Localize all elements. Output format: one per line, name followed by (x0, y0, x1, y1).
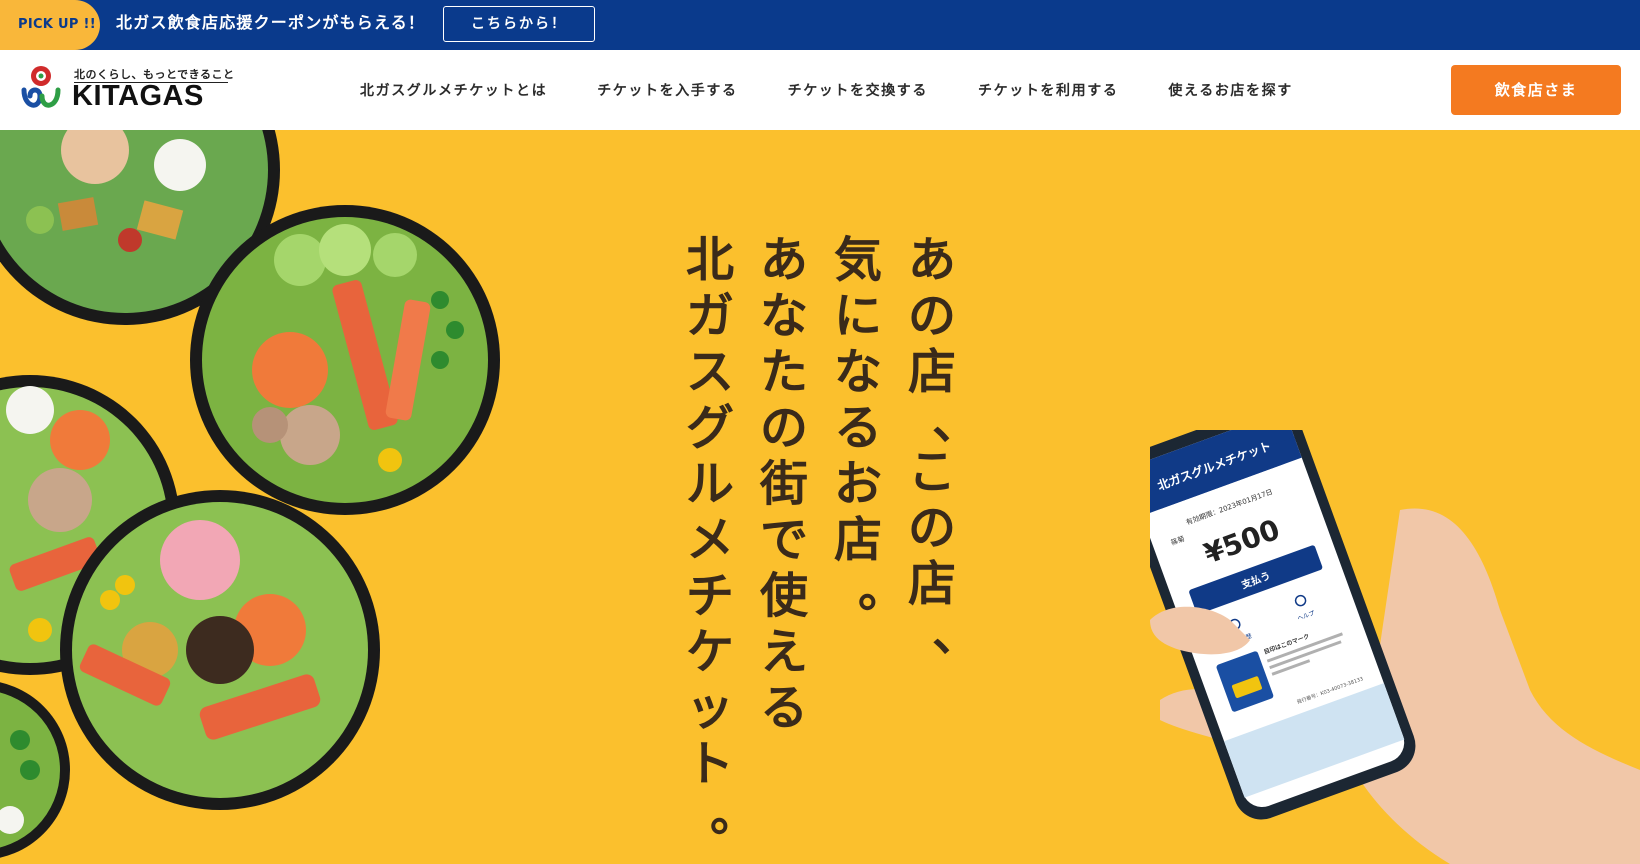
headline-char: ケ (686, 624, 735, 680)
headline-char: ガ (686, 288, 735, 344)
headline-char: 街 (760, 456, 809, 512)
headline-char: 。 (858, 562, 907, 618)
headline-text-3: あなたの街で使える (760, 232, 808, 736)
headline-char: 店 (834, 512, 883, 568)
headline-char: こ (908, 444, 957, 500)
headline-char: 、 (932, 394, 981, 450)
headline-line-3: あなたの街で使える (760, 232, 808, 736)
headline-char: え (760, 624, 809, 680)
pickup-banner: PICK UP !! 北ガス飲食店応援クーポンがもらえる！ こちらから！ (0, 0, 1640, 50)
headline-char: な (834, 344, 883, 400)
headline-char: の (908, 500, 957, 556)
headline-line-1: あの店、この店、 (908, 232, 981, 662)
headline-text-2: 気になるお店。 (834, 232, 907, 618)
site-header: 北のくらし、もっとできること KITAGAS 北ガスグルメチケットとは チケット… (0, 50, 1640, 130)
headline-text-4: 北ガスグルメチケット。 (686, 232, 759, 842)
headline-char: お (834, 456, 883, 512)
headline-char: る (760, 680, 809, 736)
headline-char: ッ (686, 680, 735, 736)
banner-link-button[interactable]: こちらから！ (443, 6, 595, 42)
headline-char: ル (686, 456, 735, 512)
headline-char: ト (686, 736, 735, 792)
headline-char: の (908, 288, 957, 344)
phone-in-hand-image: 北ガスグルメチケット 有効期限：2023年01月17日 篠菊 ¥500 支払う … (1150, 430, 1640, 864)
headline-char: 店 (908, 344, 957, 400)
bowl-bottom (60, 490, 380, 810)
headline-char: る (834, 400, 883, 456)
headline-char: た (760, 344, 809, 400)
logo-wordmark: KITAGAS (72, 80, 204, 112)
nav-item-find-stores[interactable]: 使えるお店を探す (1168, 80, 1292, 100)
headline-char: 使 (760, 568, 809, 624)
headline-char: 。 (710, 786, 759, 842)
kitagas-logo[interactable]: 北のくらし、もっとできること KITAGAS (18, 66, 234, 114)
food-bowls-image (0, 130, 500, 858)
headline-char: あ (760, 232, 809, 288)
headline-char: グ (686, 400, 735, 456)
headline-char: 気 (834, 232, 883, 288)
headline-line-2: 気になるお店。 (834, 232, 907, 618)
headline-char: あ (908, 232, 957, 288)
bowl-center (190, 205, 500, 515)
headline-char: 、 (932, 606, 981, 662)
headline-char: 店 (908, 556, 957, 612)
main-nav: 北ガスグルメチケットとは チケットを入手する チケットを交換する チケットを利用… (360, 50, 1293, 130)
headline-char: メ (686, 512, 735, 568)
headline-text-1: あの店、この店、 (908, 232, 981, 662)
headline-char: ス (686, 344, 735, 400)
headline-char: の (760, 400, 809, 456)
pickup-badge: PICK UP !! (0, 0, 100, 50)
headline-char: 北 (686, 232, 735, 288)
banner-message[interactable]: 北ガス飲食店応援クーポンがもらえる！ (116, 0, 425, 50)
nav-item-use-ticket[interactable]: チケットを利用する (978, 80, 1118, 100)
headline-line-4: 北ガスグルメチケット。 (686, 232, 759, 842)
hero-section: あの店、この店、 気になるお店。 あなたの街で使える 北ガスグルメチケット。 北… (0, 130, 1640, 864)
restaurant-button[interactable]: 飲食店さま (1451, 65, 1621, 115)
headline-char: チ (686, 568, 735, 624)
headline-char: な (760, 288, 809, 344)
nav-item-exchange-ticket[interactable]: チケットを交換する (788, 80, 928, 100)
nav-item-about[interactable]: 北ガスグルメチケットとは (360, 80, 547, 100)
nav-item-get-ticket[interactable]: チケットを入手する (597, 80, 737, 100)
headline-char: に (834, 288, 883, 344)
kitagas-logo-mark-icon (21, 66, 61, 108)
bowl-bottom-left (0, 682, 70, 858)
headline-char: で (760, 512, 809, 568)
